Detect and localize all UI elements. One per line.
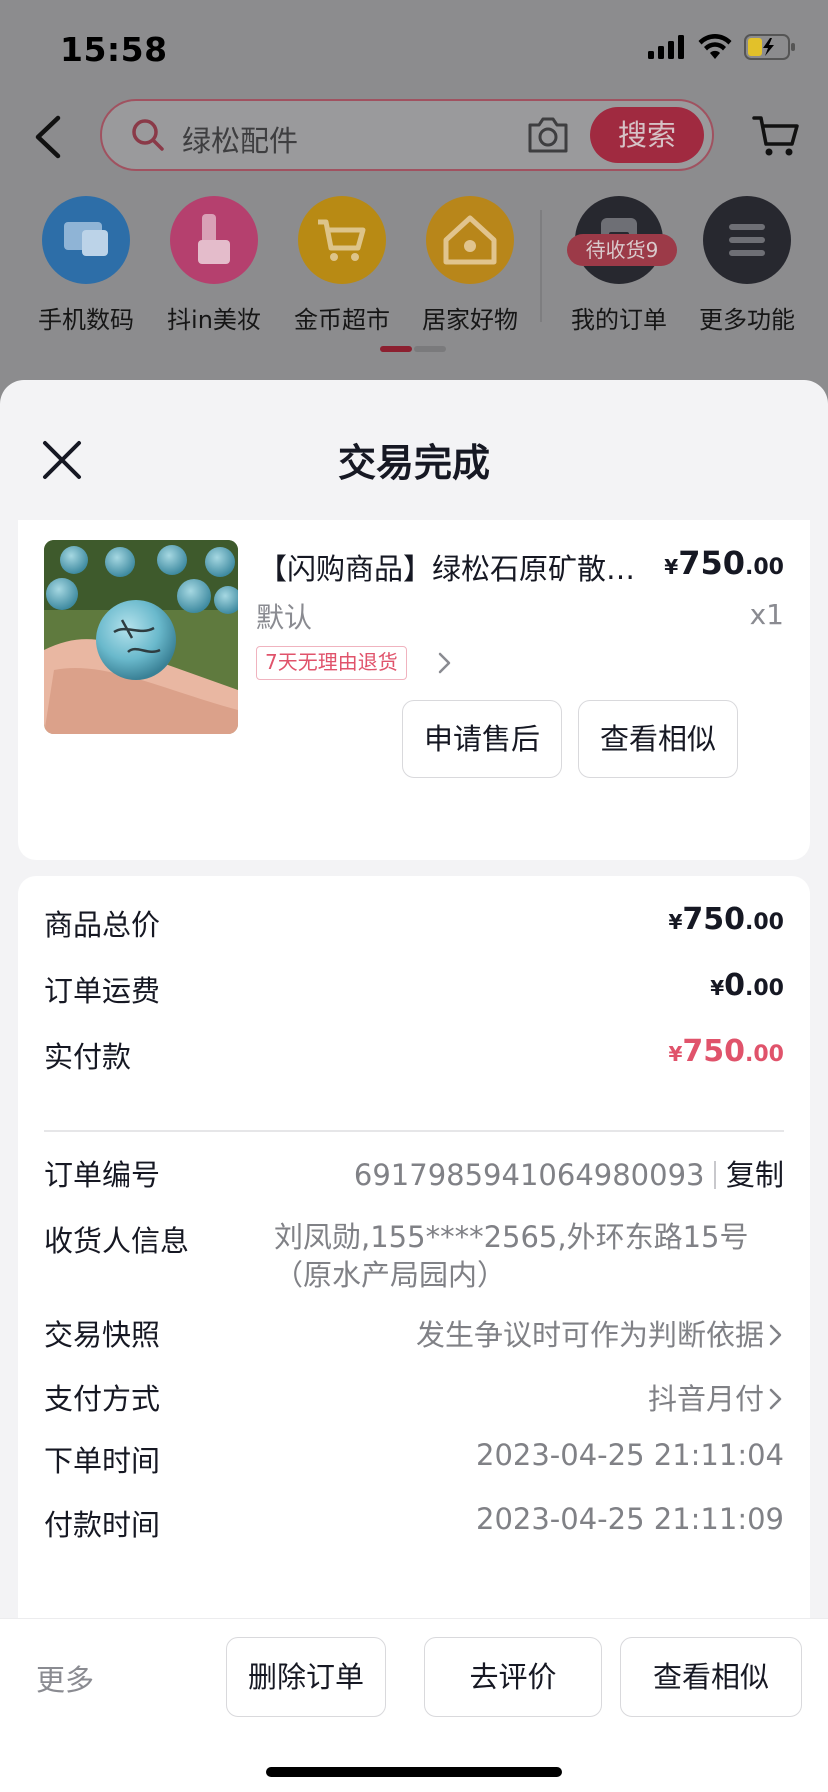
quick-nav-label: 金币超市: [294, 306, 390, 334]
product-title[interactable]: 【闪购商品】绿松石原矿散珠圆珠配件: [258, 546, 638, 588]
total-price-label: 商品总价: [44, 908, 161, 942]
snapshot-value[interactable]: 发生争议时可作为判断依据: [416, 1312, 784, 1354]
delete-order-button[interactable]: 删除订单: [226, 1637, 386, 1717]
chevron-right-icon[interactable]: [436, 650, 454, 676]
status-bar: 15:58: [0, 0, 828, 96]
page-indicator: [380, 346, 446, 352]
search-box[interactable]: 绿松配件 搜索: [100, 99, 714, 171]
status-time: 15:58: [60, 30, 168, 69]
order-time-value: 2023-04-25 21:11:04: [476, 1438, 784, 1472]
chevron-left-icon: [35, 115, 61, 159]
quick-nav-divider: [540, 210, 542, 322]
view-similar-bottom-button[interactable]: 查看相似: [620, 1637, 802, 1717]
after-sale-button[interactable]: 申请售后: [402, 700, 562, 778]
sheet-header: 交易完成: [0, 380, 828, 520]
quick-nav-label: 抖in美妆: [167, 306, 261, 334]
order-number-value: 6917985941064980093 复制: [354, 1152, 784, 1194]
quick-nav: 手机数码 抖in美妆 金币超市 居家好物 待收货9 我的订单 更多功能: [0, 196, 828, 336]
pay-time-value: 2023-04-25 21:11:09: [476, 1502, 784, 1536]
home-indicator: [266, 1767, 562, 1777]
shipping-label: 订单运费: [44, 974, 161, 1008]
order-detail-sheet: 交易完成 【闪购商品】绿松石原矿散珠 ¥750.00 默认 x1 7天无理由退货…: [0, 380, 828, 1792]
pay-time-label: 付款时间: [44, 1508, 161, 1542]
phone-digital-icon: [42, 196, 130, 284]
quick-nav-label: 更多功能: [699, 306, 795, 334]
paid-amount-label: 实付款: [44, 1040, 132, 1074]
battery-icon: [744, 34, 795, 60]
search-input[interactable]: 绿松配件: [182, 118, 298, 160]
bottom-action-bar: 更多 删除订单 去评价 查看相似: [0, 1618, 828, 1792]
product-spec: 默认: [256, 601, 313, 634]
background-page: 15:58 绿松配件 搜索 手机数码 抖in美妆 金币超市 居家好物 待收货9 …: [0, 0, 828, 400]
quick-nav-label: 居家好物: [422, 306, 518, 334]
view-similar-button[interactable]: 查看相似: [578, 700, 738, 778]
order-time-row: 下单时间 2023-04-25 21:11:04: [44, 1438, 784, 1488]
quick-nav-more[interactable]: 更多功能: [683, 196, 811, 335]
snapshot-label: 交易快照: [44, 1318, 161, 1352]
quick-nav-my-orders[interactable]: 待收货9 我的订单: [555, 196, 683, 335]
search-button[interactable]: 搜索: [590, 107, 704, 163]
payment-method-row[interactable]: 支付方式 抖音月付: [44, 1376, 784, 1426]
payment-method-label: 支付方式: [44, 1382, 161, 1416]
cart-icon: [298, 196, 386, 284]
home-icon: [426, 196, 514, 284]
paid-amount-row: 实付款 ¥750.00: [44, 1034, 784, 1084]
order-number-info: 订单编号 6917985941064980093 复制: [44, 1152, 784, 1202]
product-thumbnail[interactable]: [44, 540, 238, 734]
signal-icon: [648, 35, 684, 59]
shopping-cart-icon[interactable]: [752, 114, 800, 158]
order-time-label: 下单时间: [44, 1444, 161, 1478]
status-icons: [648, 34, 796, 60]
order-number: 6917985941064980093: [353, 1158, 705, 1192]
order-number-label: 订单编号: [44, 1158, 161, 1192]
search-icon: [132, 119, 164, 151]
chevron-right-icon: [769, 1324, 782, 1346]
sheet-title: 交易完成: [337, 441, 490, 485]
quick-nav-label: 手机数码: [38, 306, 134, 334]
total-price-value: ¥750.00: [668, 902, 784, 937]
product-card[interactable]: 【闪购商品】绿松石原矿散珠圆珠配件 ¥750.00 默认 x1 7天无理由退货 …: [18, 520, 810, 860]
back-button[interactable]: [28, 110, 76, 164]
quick-nav-home-goods[interactable]: 居家好物: [406, 196, 534, 335]
snapshot-row[interactable]: 交易快照 发生争议时可作为判断依据: [44, 1312, 784, 1362]
paid-amount-value: ¥750.00: [668, 1034, 784, 1069]
total-price-row: 商品总价 ¥750.00: [44, 902, 784, 952]
page-dot: [414, 346, 446, 352]
wifi-icon: [698, 34, 732, 59]
receiver-row: 收货人信息 刘凤勋,155****2565,外环东路15号（原水产局园内）: [44, 1218, 784, 1298]
receiver-value: 刘凤勋,155****2565,外环东路15号（原水产局园内）: [274, 1220, 749, 1292]
quick-nav-phone-digital[interactable]: 手机数码: [22, 196, 150, 335]
quick-nav-coin-market[interactable]: 金币超市: [278, 196, 406, 335]
camera-icon[interactable]: [526, 115, 570, 155]
beauty-icon: [170, 196, 258, 284]
shipping-row: 订单运费 ¥0.00: [44, 968, 784, 1018]
menu-icon: [703, 196, 791, 284]
copy-divider: [714, 1161, 716, 1189]
chevron-right-icon: [769, 1388, 782, 1410]
more-button[interactable]: 更多: [36, 1657, 94, 1699]
order-badge: 待收货9: [567, 234, 677, 266]
quick-nav-beauty[interactable]: 抖in美妆: [150, 196, 278, 335]
page-dot-active: [380, 346, 412, 352]
quick-nav-label: 我的订单: [571, 306, 667, 334]
shipping-value: ¥0.00: [710, 968, 784, 1003]
copy-button[interactable]: 复制: [726, 1158, 784, 1192]
search-row: 绿松配件 搜索: [0, 96, 828, 176]
product-quantity: x1: [749, 598, 784, 631]
return-policy-tag[interactable]: 7天无理由退货: [256, 646, 407, 680]
review-button[interactable]: 去评价: [424, 1637, 602, 1717]
payment-method-value[interactable]: 抖音月付: [648, 1376, 784, 1418]
receiver-label: 收货人信息: [44, 1224, 190, 1258]
pay-time-row: 付款时间 2023-04-25 21:11:09: [44, 1502, 784, 1552]
product-price: ¥750.00: [664, 544, 784, 582]
